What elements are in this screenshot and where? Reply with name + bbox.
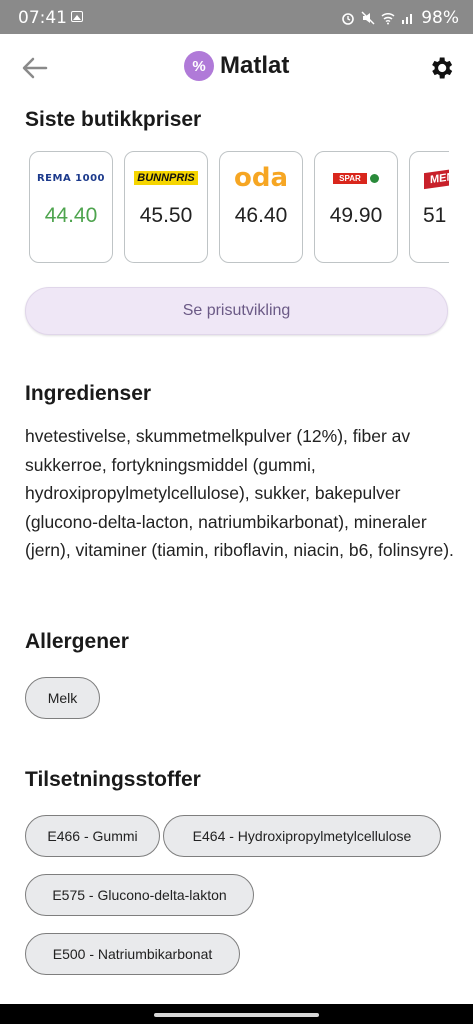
app-title: Matlat xyxy=(220,52,290,79)
store-price: 44.40 xyxy=(44,204,98,227)
app-bar: % Matlat xyxy=(0,34,473,100)
spar-tree-icon xyxy=(369,173,379,183)
store-price: 46.40 xyxy=(234,204,288,227)
rema-logo: REMA 1000 xyxy=(36,172,106,184)
oda-logo: oda xyxy=(233,163,289,193)
gear-icon[interactable] xyxy=(427,54,455,82)
additive-chip-e466[interactable]: E466 - Gummi xyxy=(25,815,160,857)
percent-logo-icon: % xyxy=(184,51,214,81)
home-gesture-handle[interactable] xyxy=(154,1013,319,1017)
additive-chip-e464[interactable]: E464 - Hydroxipropylmetylcellulose xyxy=(163,815,441,857)
store-price: 45.50 xyxy=(139,204,193,227)
arrow-left-icon[interactable] xyxy=(20,54,50,82)
alarm-icon xyxy=(342,13,355,25)
additive-chip-e500[interactable]: E500 - Natriumbikarbonat xyxy=(25,933,240,975)
store-price-list[interactable]: REMA 1000 44.40 BUNNPRIS 45.50 oda 46.40… xyxy=(29,151,449,267)
additives-title: Tilsetningsstoffer xyxy=(25,768,201,791)
spar-logo: SPAR xyxy=(315,166,397,190)
brand: % Matlat xyxy=(184,51,289,81)
prices-title: Siste butikkpriser xyxy=(25,108,202,131)
battery-level: 98% xyxy=(421,8,459,28)
store-price: 49.90 xyxy=(329,204,383,227)
store-price: 51 xyxy=(423,204,447,227)
additive-chip-e575[interactable]: E575 - Glucono-delta-lakton xyxy=(25,874,254,916)
allergen-chip-melk[interactable]: Melk xyxy=(25,677,100,719)
meny-logo: MENY xyxy=(410,166,449,190)
system-nav-bar xyxy=(0,1004,473,1024)
store-card-oda[interactable]: oda 46.40 xyxy=(219,151,303,263)
store-card-spar[interactable]: SPAR 49.90 xyxy=(314,151,398,263)
store-card-bunnpris[interactable]: BUNNPRIS 45.50 xyxy=(124,151,208,263)
ingredients-title: Ingredienser xyxy=(25,382,152,405)
image-icon xyxy=(71,11,83,22)
signal-icon xyxy=(402,14,413,24)
price-trend-button[interactable]: Se prisutvikling xyxy=(25,287,448,335)
store-card-rema[interactable]: REMA 1000 44.40 xyxy=(29,151,113,263)
status-icons: 98% xyxy=(341,8,459,28)
bunnpris-logo: BUNNPRIS xyxy=(125,166,207,190)
mute-icon xyxy=(361,11,375,25)
wifi-icon xyxy=(381,12,395,25)
status-bar: 07:41 98% xyxy=(0,0,473,34)
ingredients-text: hvetestivelse, skummetmelkpulver (12%), … xyxy=(25,426,454,560)
status-time: 07:41 xyxy=(18,8,67,28)
store-card-meny[interactable]: MENY 51 xyxy=(409,151,449,263)
allergens-title: Allergener xyxy=(25,630,129,653)
